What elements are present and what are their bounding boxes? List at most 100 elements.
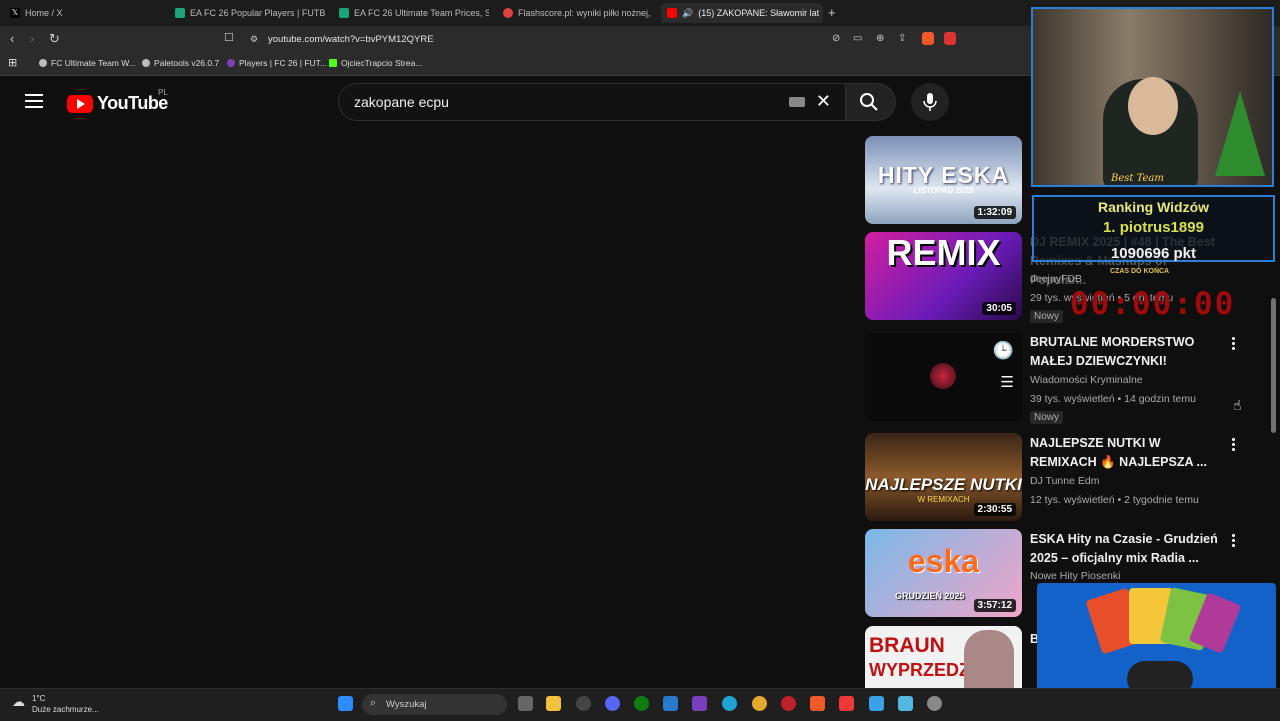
apps-grid-icon[interactable]: ⊞ <box>8 56 17 69</box>
thumbnail-title-text: eska <box>907 543 980 579</box>
video-thumbnail[interactable]: BRAUN WYPRZEDZA <box>865 626 1022 688</box>
chrome-icon[interactable] <box>752 696 767 711</box>
search-input[interactable]: zakopane ecpu ✕ <box>338 83 846 121</box>
video-title[interactable]: BRUTALNE MORDERSTWO MAŁEJ DZIEWCZYNKI! <box>1030 333 1220 371</box>
vscode-icon[interactable] <box>663 696 678 711</box>
video-thumbnail[interactable]: eska GRUDZIEŃ 2025 3:57:12 <box>865 529 1022 617</box>
windows-taskbar: ☁ 1°C Duże zachmurze... ⌕ Wyszukaj <box>0 688 1280 721</box>
bookmark-players-fc26[interactable]: Players | FC 26 | FUT... <box>227 58 327 68</box>
thumbnail-subtitle-text: LISTOPAD 2025 <box>913 186 974 195</box>
video-thumbnail[interactable]: REMIX 30:05 <box>865 232 1022 320</box>
thumbnail-title-text: BRAUN <box>869 634 945 657</box>
channel-name[interactable]: deejayFDB <box>1030 273 1082 285</box>
xbox-icon[interactable] <box>634 696 649 711</box>
weather-widget[interactable]: ☁ 1°C Duże zachmurze... <box>12 693 99 715</box>
bookmark-fc-ultimate[interactable]: FC Ultimate Team W... <box>39 58 136 68</box>
search-icon: ⌕ <box>370 697 377 709</box>
channel-name[interactable]: Wiadomości Kryminalne <box>1030 374 1143 386</box>
ranking-title: Ranking Widzów <box>1097 199 1210 215</box>
video-duration: 1:32:09 <box>973 206 1016 219</box>
file-explorer-icon[interactable] <box>546 696 561 711</box>
tab-flashscore[interactable]: Flashscore.pl: wyniki piłki nożnej, wy <box>503 3 653 23</box>
watch-later-icon[interactable]: 🕒 <box>993 341 1014 361</box>
hand-cursor-icon: ☝ <box>1233 397 1242 413</box>
share-icon[interactable]: ⇪ <box>898 33 906 44</box>
app-icon[interactable] <box>898 696 913 711</box>
thumbnail-title-text: NAJLEPSZE NUTKI <box>865 475 1022 494</box>
thumbnail-title-text: HITY ESKA <box>877 162 1010 188</box>
windows-start-icon[interactable] <box>338 696 353 711</box>
no-cast-icon[interactable]: ⊘ <box>832 33 840 44</box>
more-options-icon[interactable] <box>1229 533 1237 549</box>
flashscore-icon <box>503 8 513 18</box>
video-duration: 30:05 <box>982 302 1016 315</box>
tab-youtube-active[interactable]: 🔊 (15) ZAKOPANE: Sławomir lat ✕ <box>661 3 823 23</box>
task-view-icon[interactable] <box>518 696 533 711</box>
brave-icon[interactable] <box>810 696 825 711</box>
microphone-icon <box>923 93 937 111</box>
channel-name[interactable]: DJ Tunne Edm <box>1030 475 1099 487</box>
tab-home-x[interactable]: 𝕏 Home / X <box>10 3 160 23</box>
video-meta: 12 tys. wyświetleń • 2 tygodnie temu <box>1030 494 1199 506</box>
video-thumbnail[interactable]: 🕒 ☰ <box>865 333 1022 421</box>
video-title[interactable]: ESKA Hity na Czasie - Grudzień 2025 – of… <box>1030 530 1220 568</box>
brave-rewards-icon[interactable] <box>944 32 956 45</box>
keyboard-icon[interactable] <box>789 97 805 107</box>
settings-icon[interactable] <box>927 696 942 711</box>
video-thumbnail[interactable]: HITY ESKA LISTOPAD 2025 1:32:09 <box>865 136 1022 224</box>
youtube-play-icon <box>67 94 93 113</box>
more-options-icon[interactable] <box>1229 336 1237 352</box>
scrollbar-thumb[interactable] <box>1271 298 1276 433</box>
youtube-logo[interactable]: YouTube PL <box>67 88 168 114</box>
discord-icon[interactable] <box>605 696 620 711</box>
photos-icon[interactable] <box>869 696 884 711</box>
video-thumbnail[interactable]: NAJLEPSZE NUTKI W REMIXACH 2:30:55 <box>865 433 1022 521</box>
clipchamp-icon[interactable] <box>692 696 707 711</box>
speaker-icon: 🔊 <box>682 7 694 18</box>
video-duration: 3:57:12 <box>973 599 1016 612</box>
forward-icon[interactable]: › <box>30 31 34 46</box>
ranking-first-place: 1. piotrus1899 <box>1103 219 1204 236</box>
globe-icon <box>142 59 150 67</box>
search-button[interactable] <box>846 83 896 121</box>
thumbnail-subtitle-text: GRUDZIEŃ 2025 <box>895 591 965 601</box>
youtube-icon <box>667 8 677 18</box>
more-options-icon[interactable] <box>1229 437 1237 453</box>
video-title[interactable]: NAJLEPSZE NUTKI W REMIXACH 🔥 NAJLEPSZA .… <box>1030 434 1220 472</box>
channel-name[interactable]: Nowe Hity Piosenki <box>1030 570 1120 582</box>
thumbnail-title-text: REMIX <box>886 232 1001 273</box>
voice-search-button[interactable] <box>911 83 949 121</box>
futbin-icon <box>175 8 185 18</box>
thumbnail-person <box>964 630 1014 688</box>
reload-icon[interactable]: ↻ <box>49 31 60 47</box>
webcam-label: Best Team <box>1111 173 1164 184</box>
bookmark-ojcietrapcio[interactable]: OjciecTrapcio Strea... <box>329 58 422 68</box>
vivaldi-icon[interactable] <box>839 696 854 711</box>
bookmark-paletools[interactable]: Paletools v26.0.7 <box>142 58 219 68</box>
taskbar-search[interactable]: ⌕ Wyszukaj <box>362 694 507 715</box>
tab-futbin-prices[interactable]: EA FC 26 Ultimate Team Prices, Squa <box>339 3 489 23</box>
new-tab-icon[interactable]: + <box>828 5 836 20</box>
site-info-icon[interactable]: ⚙ <box>250 34 258 45</box>
opera-icon[interactable] <box>781 696 796 711</box>
kick-icon <box>329 59 337 67</box>
globe-icon <box>39 59 47 67</box>
steam-icon[interactable] <box>576 696 591 711</box>
countdown-timer: 00:00:00 <box>1070 286 1236 322</box>
futbin-icon <box>339 8 349 18</box>
tab-futbin-popular[interactable]: EA FC 26 Popular Players | FUTBIN <box>175 3 325 23</box>
install-icon[interactable]: ▭ <box>853 33 862 44</box>
edge-icon[interactable] <box>722 696 737 711</box>
zoom-icon[interactable]: ⊕ <box>876 33 884 44</box>
fut-icon <box>227 59 235 67</box>
add-to-queue-icon[interactable]: ☰ <box>1001 373 1014 391</box>
menu-icon[interactable] <box>25 94 43 108</box>
bookmark-icon[interactable]: ☐ <box>224 31 234 44</box>
brave-shield-icon[interactable] <box>922 32 934 45</box>
webcam-overlay: Best Team <box>1031 7 1274 187</box>
clear-search-icon[interactable]: ✕ <box>816 91 831 112</box>
viewer-ranking-overlay: Ranking Widzów 1. piotrus1899 1090696 pk… <box>1032 195 1275 262</box>
back-icon[interactable]: ‹ <box>10 31 14 46</box>
ranking-points: 1090696 pkt <box>1110 245 1197 262</box>
x-icon: 𝕏 <box>10 8 20 18</box>
